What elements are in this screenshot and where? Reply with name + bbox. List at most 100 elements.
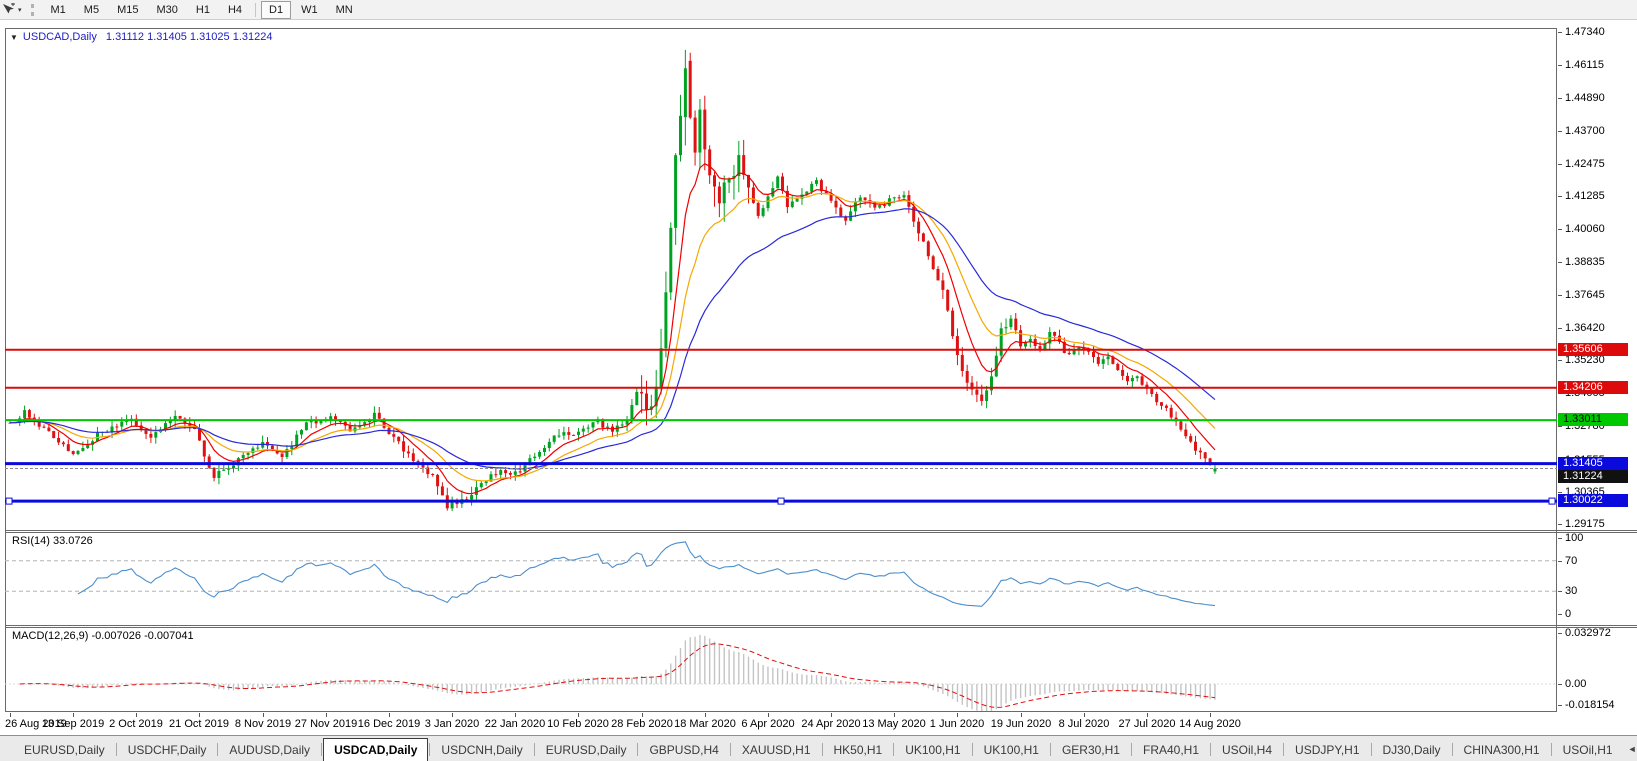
candle-body [781, 176, 784, 191]
rsi-axis-tick-label: 30 [1565, 585, 1578, 597]
chart-tab-fra40-h1[interactable]: FRA40,H1 [1133, 740, 1209, 761]
chart-tab-gbpusd-h4[interactable]: GBPUSD,H4 [639, 740, 728, 761]
candle-body [853, 202, 857, 212]
candle-body [115, 426, 119, 428]
candle-body [1169, 407, 1173, 418]
cursor-tool-dropdown-caret-icon[interactable]: ▾ [18, 6, 22, 14]
date-axis-tickmark [452, 713, 453, 717]
price-axis-tick-label: 1.40060 [1565, 223, 1605, 235]
tab-separator [321, 743, 323, 756]
pane-separator[interactable] [5, 532, 1637, 533]
candle-body [1189, 436, 1193, 442]
price-axis-tick-label: 1.47340 [1565, 26, 1605, 38]
candle-body [931, 256, 935, 269]
pane-separator[interactable] [5, 627, 1637, 628]
collapse-caret-icon[interactable]: ▼ [10, 33, 18, 42]
chart-tab-usoil-h1[interactable]: USOil,H1 [1553, 740, 1623, 761]
candle-body [547, 441, 551, 448]
timeframe-button-d1[interactable]: D1 [261, 0, 292, 19]
chart-plot-area[interactable] [5, 28, 1557, 712]
chart-tab-usdcad-daily[interactable]: USDCAD,Daily [323, 738, 429, 761]
candle-body [241, 454, 245, 459]
candle-body [926, 241, 930, 257]
date-axis-label: 18 Mar 2020 [674, 718, 736, 730]
chart-tab-usdchf-daily[interactable]: USDCHF,Daily [118, 740, 217, 761]
candle-body [484, 481, 488, 484]
pane-separator[interactable] [5, 530, 1637, 531]
tab-separator [533, 743, 535, 756]
macd-axis-tickmark [1558, 633, 1562, 634]
candle-body [873, 202, 877, 208]
timeframe-button-m5[interactable]: M5 [76, 1, 107, 19]
timeframe-button-m1[interactable]: M1 [43, 1, 74, 19]
candle-body [1164, 405, 1168, 408]
candle-body [1194, 441, 1197, 451]
timeframe-button-m30[interactable]: M30 [148, 1, 185, 19]
chart-tab-usoil-h4[interactable]: USOil,H4 [1212, 740, 1282, 761]
rsi-axis-tick-label: 0 [1565, 608, 1572, 620]
date-axis-tickmark [326, 713, 327, 717]
date-axis-tickmark [1210, 713, 1211, 717]
date-axis-label: 8 Jul 2020 [1058, 718, 1110, 730]
timeframe-button-m15[interactable]: M15 [109, 1, 146, 19]
chart-tab-ger30-h1[interactable]: GER30,H1 [1052, 740, 1130, 761]
chart-tab-usdcnh-daily[interactable]: USDCNH,Daily [431, 740, 532, 761]
date-axis-label: 2 Oct 2019 [109, 718, 163, 730]
timeframe-button-mn[interactable]: MN [328, 1, 361, 19]
tabs-scroll-left-icon[interactable]: ◄ [1623, 744, 1637, 754]
line-drag-handle[interactable] [777, 497, 785, 505]
candle-body [1116, 363, 1120, 370]
candle-body [508, 473, 512, 475]
candle-body [980, 394, 984, 401]
chart-tab-dj30-daily[interactable]: DJ30,Daily [1373, 740, 1451, 761]
date-axis-tickmark [1084, 713, 1085, 717]
chart-tab-eurusd-daily[interactable]: EURUSD,Daily [14, 740, 115, 761]
candle-body [222, 469, 226, 471]
timeframe-button-h4[interactable]: H4 [220, 1, 250, 19]
chart-tab-uk100-h1[interactable]: UK100,H1 [895, 740, 970, 761]
chart-tab-china300-h1[interactable]: CHINA300,H1 [1454, 740, 1550, 761]
date-axis-label: 22 Jan 2020 [484, 718, 546, 730]
candle-body [1106, 356, 1110, 360]
date-axis-tickmark [199, 713, 200, 717]
chart-tab-audusd-daily[interactable]: AUDUSD,Daily [219, 740, 320, 761]
macd-signal-line [19, 643, 1216, 708]
price-axis-tick-label: 1.42475 [1565, 158, 1605, 170]
ma-mid-orange-line [10, 192, 1216, 482]
price-axis-tick-label: 1.38835 [1565, 256, 1605, 268]
price-flag-1.35606: 1.35606 [1558, 343, 1628, 356]
chart-tab-eurusd-daily[interactable]: EURUSD,Daily [536, 740, 637, 761]
price-axis-tickmark [1558, 164, 1562, 165]
candle-body [154, 432, 158, 438]
date-axis-tickmark [642, 713, 643, 717]
candle-body [256, 447, 260, 449]
line-drag-handle[interactable] [1548, 497, 1556, 505]
chart-tab-hk50-h1[interactable]: HK50,H1 [824, 740, 893, 761]
cursor-tool-icon[interactable] [1, 3, 16, 16]
candle-body [640, 391, 644, 394]
toolbar-grip[interactable] [30, 3, 34, 16]
date-axis-label: 3 Jan 2020 [424, 718, 480, 730]
price-axis-tickmark [1558, 196, 1562, 197]
candle-body [304, 422, 308, 431]
price-axis-tickmark [1558, 32, 1562, 33]
date-axis-label: 13 May 2020 [862, 718, 926, 730]
price-axis-tick-label: 1.44890 [1565, 92, 1605, 104]
line-drag-handle[interactable] [5, 497, 13, 505]
candle-body [71, 451, 75, 454]
pane-separator[interactable] [5, 625, 1637, 626]
candle-body [251, 448, 255, 453]
price-axis-tickmark [1558, 492, 1562, 493]
tab-separator [893, 743, 895, 756]
candle-body [518, 471, 522, 473]
tab-separator [1130, 743, 1132, 756]
timeframe-button-w1[interactable]: W1 [293, 1, 326, 19]
chart-tab-xauusd-h1[interactable]: XAUUSD,H1 [732, 740, 821, 761]
price-axis-tick-label: 1.41285 [1565, 190, 1605, 202]
candle-body [586, 427, 590, 429]
chart-tab-usdjpy-h1[interactable]: USDJPY,H1 [1285, 740, 1369, 761]
candle-body [280, 453, 284, 457]
tab-separator [1283, 743, 1285, 756]
timeframe-button-h1[interactable]: H1 [188, 1, 218, 19]
chart-tab-uk100-h1[interactable]: UK100,H1 [974, 740, 1049, 761]
